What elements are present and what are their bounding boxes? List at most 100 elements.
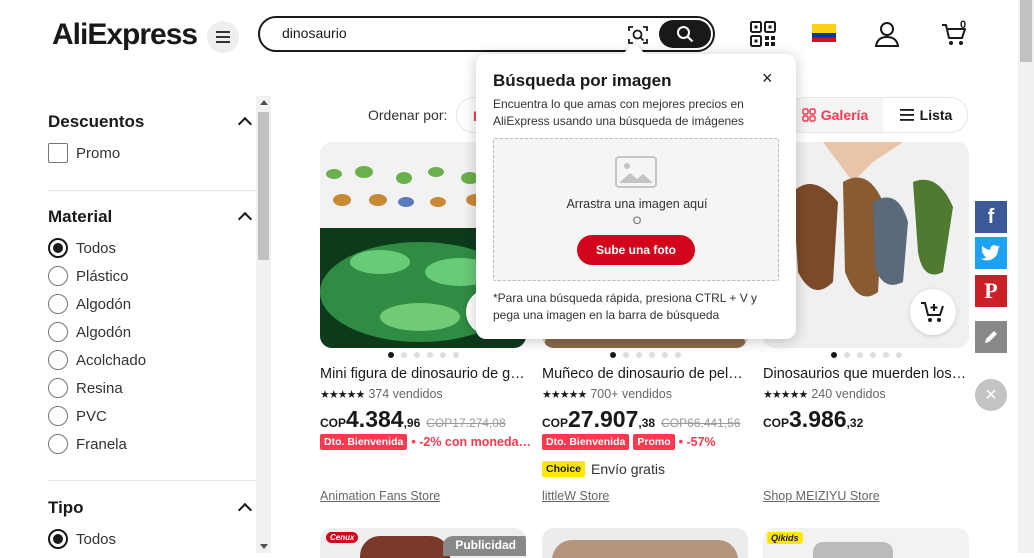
menu-icon	[216, 31, 230, 43]
close-icon[interactable]: ×	[762, 68, 773, 89]
product-title[interactable]: Dinosaurios que muerden los…	[763, 366, 969, 382]
qr-code-icon[interactable]	[749, 20, 777, 48]
chevron-up-icon[interactable]	[237, 502, 253, 518]
cart-count-badge: 0	[960, 19, 967, 31]
colombia-flag-icon[interactable]	[812, 24, 836, 42]
divider	[48, 480, 256, 481]
product-promo: Dto. Bienvenida • -2% con moneda…	[320, 434, 531, 450]
drop-zone-text: Arrastra una imagen aquí	[566, 197, 708, 211]
camera-search-icon[interactable]	[627, 24, 649, 46]
page-scrollbar[interactable]	[1018, 0, 1034, 553]
search-bar	[258, 16, 715, 52]
price-currency: COP	[320, 416, 347, 430]
radio[interactable]	[48, 434, 68, 454]
price-currency: COP	[763, 416, 790, 430]
brand-logo: Cenux	[326, 532, 359, 543]
product-card[interactable]: Cenux Publicidad	[320, 528, 526, 558]
product-price: COP 3.986,32	[763, 406, 869, 433]
filter-option-material[interactable]: Resina	[48, 378, 123, 398]
search-icon	[677, 26, 694, 43]
image-carousel-dots[interactable]	[320, 352, 526, 358]
scroll-up-arrow-icon[interactable]	[260, 100, 268, 105]
product-rating: ★★★★★ 700+ vendidos	[542, 387, 672, 401]
gallery-view-button[interactable]: Galería	[787, 98, 883, 132]
share-close-button[interactable]: ×	[975, 379, 1007, 411]
star-rating-icon: ★★★★★	[542, 388, 587, 401]
filter-option-material[interactable]: Plástico	[48, 266, 129, 286]
radio-selected[interactable]	[48, 238, 68, 258]
filter-option-material[interactable]: Todos	[48, 238, 116, 258]
chevron-up-icon[interactable]	[237, 211, 253, 227]
sidebar-scrollbar[interactable]	[256, 96, 271, 553]
sidebar-scrollbar-thumb[interactable]	[258, 112, 269, 260]
menu-button[interactable]	[207, 21, 239, 53]
image-carousel-dots[interactable]	[763, 352, 969, 358]
list-icon	[899, 109, 914, 121]
product-rating: ★★★★★ 374 vendidos	[320, 387, 443, 401]
filter-option-material[interactable]: Algodón	[48, 322, 131, 342]
facebook-share-button[interactable]: f	[975, 201, 1007, 233]
edit-share-button[interactable]	[975, 321, 1007, 353]
image-search-popup: Búsqueda por imagen × Encuentra lo que a…	[476, 54, 796, 339]
store-link[interactable]: littleW Store	[542, 489, 609, 503]
user-icon[interactable]	[873, 20, 901, 48]
product-card[interactable]	[542, 528, 748, 558]
aliexpress-logo[interactable]: AliExpress	[52, 18, 198, 52]
store-link[interactable]: Shop MEIZIYU Store	[763, 489, 880, 503]
product-image	[813, 542, 893, 558]
product-price: COP 4.384,96 COP17.274,08	[320, 406, 506, 433]
paste-hint: *Para una búsqueda rápida, presiona CTRL…	[493, 291, 758, 322]
search-button[interactable]	[659, 20, 711, 48]
product-title[interactable]: Mini figura de dinosaurio de g…	[320, 366, 526, 382]
filter-option-material[interactable]: Franela	[48, 434, 127, 454]
option-label: Resina	[76, 379, 123, 397]
choice-badge: Choice	[542, 461, 586, 477]
promo-text: • -57%	[678, 435, 716, 449]
filter-title-descuentos[interactable]: Descuentos	[48, 112, 144, 132]
upload-photo-button[interactable]: Sube una foto	[577, 235, 695, 265]
popup-title: Búsqueda por imagen	[493, 71, 672, 90]
checkbox[interactable]	[48, 143, 68, 163]
radio[interactable]	[48, 406, 68, 426]
option-label: Acolchado	[76, 351, 147, 369]
radio[interactable]	[48, 294, 68, 314]
product-shipping: Choice Envío gratis	[542, 461, 665, 477]
list-view-button[interactable]: Lista	[883, 98, 969, 132]
search-input[interactable]	[282, 25, 612, 41]
radio-selected[interactable]	[48, 529, 68, 549]
price-decimal: ,32	[846, 416, 864, 430]
sold-count: 374 vendidos	[368, 387, 443, 401]
store-link[interactable]: Animation Fans Store	[320, 489, 440, 503]
filter-option-tipo[interactable]: Todos	[48, 529, 116, 549]
radio[interactable]	[48, 322, 68, 342]
filter-title-tipo[interactable]: Tipo	[48, 498, 84, 518]
radio[interactable]	[48, 378, 68, 398]
product-card[interactable]: Qikids	[763, 528, 969, 558]
filter-option-material[interactable]: Algodón	[48, 294, 131, 314]
option-label: Todos	[76, 530, 117, 548]
filter-option-material[interactable]: PVC	[48, 406, 107, 426]
filter-option-promo[interactable]: Promo	[48, 143, 120, 163]
image-drop-zone[interactable]: Arrastra una imagen aquí O Sube una foto	[493, 138, 779, 281]
scroll-down-arrow-icon[interactable]	[260, 544, 268, 549]
filter-title-material[interactable]: Material	[48, 207, 112, 227]
facebook-icon: f	[987, 205, 995, 228]
chevron-up-icon[interactable]	[237, 116, 253, 132]
price-decimal: ,38	[638, 416, 656, 430]
promo-text: • -2% con moneda…	[411, 435, 532, 449]
image-carousel-dots[interactable]	[542, 352, 748, 358]
radio[interactable]	[48, 266, 68, 286]
page-scrollbar-thumb[interactable]	[1020, 0, 1032, 62]
filter-option-material[interactable]: Acolchado	[48, 350, 146, 370]
promo-badge: Promo	[633, 434, 675, 450]
shipping-text: Envío gratis	[591, 461, 665, 477]
radio[interactable]	[48, 350, 68, 370]
price-integer: 27.907	[568, 406, 639, 432]
product-title[interactable]: Muñeco de dinosaurio de pel…	[542, 366, 748, 382]
product-rating: ★★★★★ 240 vendidos	[763, 387, 886, 401]
option-label: Todos	[76, 239, 117, 257]
twitter-icon	[981, 245, 1000, 261]
pinterest-share-button[interactable]: P	[975, 275, 1007, 307]
add-to-cart-button[interactable]	[910, 289, 956, 335]
twitter-share-button[interactable]	[975, 237, 1007, 269]
